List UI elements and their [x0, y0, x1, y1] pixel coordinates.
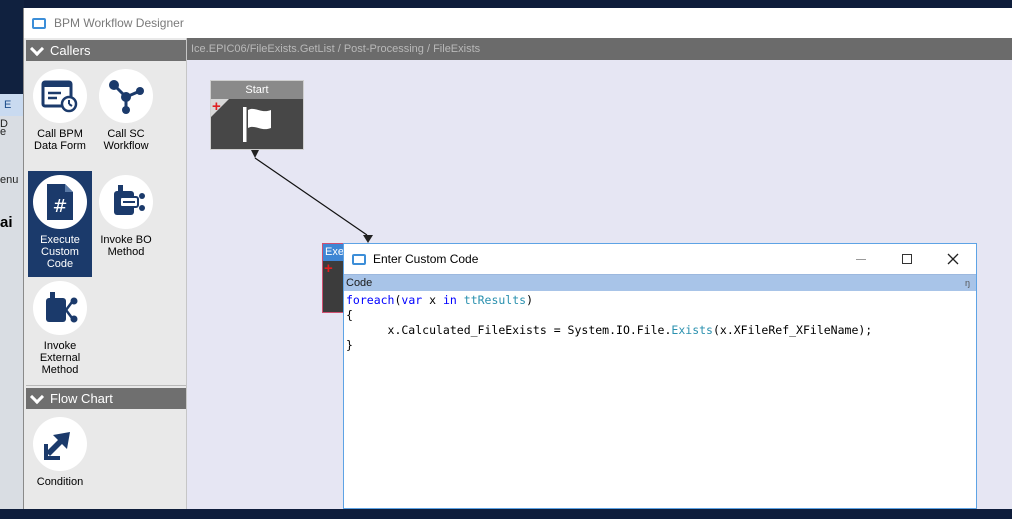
- breadcrumb: Ice.EPIC06/FileExists.GetList / Post-Pro…: [187, 38, 1012, 60]
- external-method-icon: [33, 281, 87, 335]
- connector-arrow-icon: [363, 235, 373, 243]
- expand-plus-icon[interactable]: +: [324, 261, 333, 276]
- background-fragment-1: E: [0, 94, 24, 116]
- chevron-down-icon: [29, 389, 45, 404]
- code-line-3: x.Calculated_FileExists = System.IO.File…: [346, 323, 873, 337]
- tool-label: Condition: [36, 476, 84, 488]
- form-clock-icon: [33, 69, 87, 123]
- flow-chart-tool-grid: Condition: [24, 409, 188, 519]
- background-fragment-3: e: [0, 126, 7, 138]
- tool-condition[interactable]: Condition: [28, 413, 92, 519]
- minimize-button[interactable]: [838, 244, 884, 274]
- window-title: BPM Workflow Designer: [54, 16, 184, 30]
- background-fragment-5: ai: [0, 214, 13, 231]
- code-line-1: foreach(var x in ttResults): [346, 293, 534, 307]
- category-header-flow-chart[interactable]: Flow Chart: [26, 388, 186, 409]
- tool-execute-custom-code[interactable]: # Execute Custom Code: [28, 171, 92, 277]
- workflow-nodes-icon: [99, 69, 153, 123]
- app-window-icon: [32, 17, 46, 29]
- background-fragment-4: enu: [0, 174, 19, 186]
- start-node[interactable]: Start +: [210, 80, 304, 150]
- category-label: Callers: [50, 43, 91, 58]
- close-icon: [947, 253, 959, 265]
- custom-code-dialog: Enter Custom Code Code ŋ foreach(var x i…: [343, 243, 977, 509]
- code-file-icon: #: [33, 175, 87, 229]
- code-line-4: }: [346, 338, 353, 352]
- maximize-icon: [902, 254, 912, 264]
- chevron-down-icon: [29, 41, 45, 56]
- background-window-strip: E D e enu ai: [0, 0, 24, 509]
- category-header-callers[interactable]: Callers: [26, 40, 186, 61]
- condition-arrow-icon: [33, 417, 87, 471]
- dialog-title: Enter Custom Code: [373, 252, 479, 266]
- tool-palette: Callers Call BPM Data Form Call SC Workf…: [24, 38, 189, 509]
- expand-plus-icon[interactable]: +: [212, 99, 221, 114]
- tool-label: Execute Custom Code: [40, 234, 80, 270]
- desktop-background: [0, 0, 24, 94]
- callers-tool-grid: Call BPM Data Form Call SC Workflow # Ex…: [24, 61, 188, 383]
- tool-label: Invoke BO Method: [100, 234, 152, 258]
- code-panel-label: Code: [346, 277, 373, 289]
- code-line-2: {: [346, 308, 353, 322]
- svg-text:#: #: [52, 196, 67, 217]
- code-panel-header: Code ŋ: [344, 274, 976, 291]
- tool-label: Invoke External Method: [39, 340, 81, 376]
- flag-icon: [243, 107, 271, 142]
- pin-icon[interactable]: ŋ: [965, 275, 970, 291]
- palette-divider: [26, 385, 186, 386]
- minimize-icon: [856, 258, 866, 260]
- close-button[interactable]: [930, 244, 976, 274]
- tool-label: Call SC Workflow: [103, 128, 149, 152]
- dialog-titlebar[interactable]: Enter Custom Code: [344, 244, 976, 274]
- window-titlebar[interactable]: BPM Workflow Designer: [24, 8, 1012, 38]
- bo-method-icon: [99, 175, 153, 229]
- start-node-label: Start: [211, 81, 303, 99]
- tool-invoke-external-method[interactable]: Invoke External Method: [28, 277, 92, 383]
- category-label: Flow Chart: [50, 391, 113, 406]
- tool-label: Call BPM Data Form: [34, 128, 86, 152]
- tool-call-sc-workflow[interactable]: Call SC Workflow: [94, 65, 158, 171]
- tool-invoke-bo-method[interactable]: Invoke BO Method: [94, 171, 158, 277]
- code-editor[interactable]: foreach(var x in ttResults){ x.Calculate…: [344, 291, 976, 355]
- connector-arrow-icon: [251, 150, 259, 158]
- tool-call-bpm-data-form[interactable]: Call BPM Data Form: [28, 65, 92, 171]
- maximize-button[interactable]: [884, 244, 930, 274]
- dialog-app-icon: [352, 253, 366, 265]
